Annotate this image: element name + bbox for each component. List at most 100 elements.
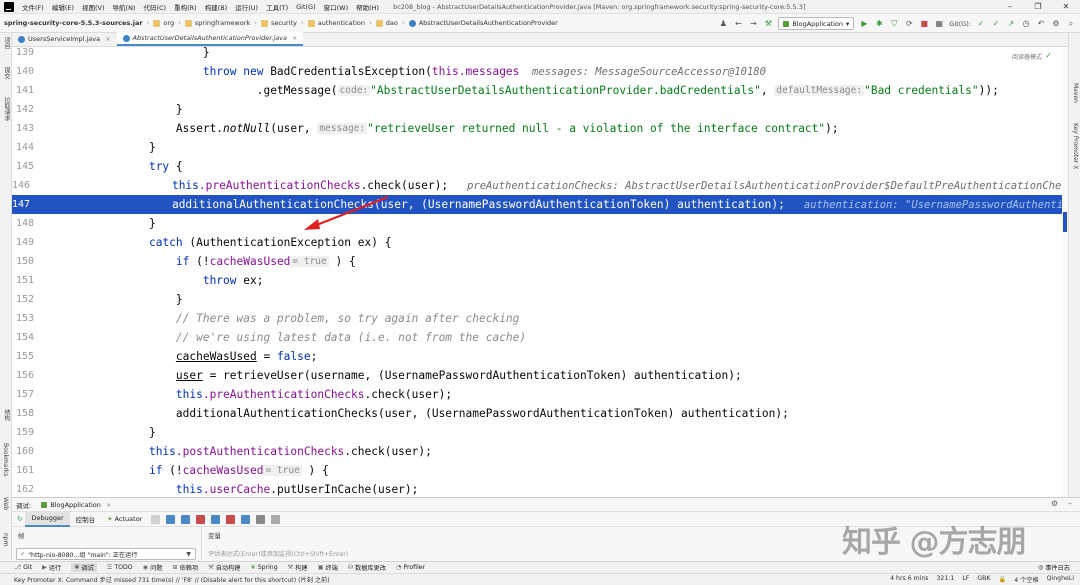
layout-settings-icon[interactable]	[271, 514, 281, 524]
show-execution-point-icon[interactable]	[151, 514, 161, 524]
layout-icon[interactable]: ▦	[934, 19, 944, 28]
menu-refactor[interactable]: 重构(R)	[170, 2, 201, 12]
settings-gear-icon[interactable]: ⚙	[1051, 19, 1061, 28]
tool-npm[interactable]: npm	[2, 533, 9, 546]
tool-build[interactable]: ⚒ 构建	[288, 563, 308, 572]
user-icon[interactable]: ♟	[718, 19, 728, 28]
menu-file[interactable]: 文件(F)	[18, 2, 48, 12]
tab-debugger[interactable]: Debugger	[25, 511, 70, 527]
coverage-icon[interactable]: ⛉	[889, 19, 899, 29]
status-indent[interactable]: 4 个空格	[1014, 575, 1038, 584]
status-lock-icon[interactable]: 🔒	[998, 575, 1006, 584]
status-git-user[interactable]: QingheLi	[1047, 575, 1074, 584]
menu-tools[interactable]: 工具(T)	[262, 2, 292, 12]
menu-build[interactable]: 构建(B)	[201, 2, 232, 12]
menu-view[interactable]: 视图(V)	[78, 2, 109, 12]
menu-window[interactable]: 窗口(W)	[320, 2, 353, 12]
settings-gear-icon[interactable]: ⚙	[1051, 499, 1058, 508]
evaluate-icon[interactable]	[256, 514, 266, 524]
debug-session-tab[interactable]: BlogApplication ×	[41, 501, 111, 509]
tool-key-promoter[interactable]: Key Promoter X	[1072, 123, 1079, 169]
tool-commit[interactable]: 提交	[2, 67, 11, 79]
tool-database-changes[interactable]: ⛁ 数据库更改	[348, 563, 386, 572]
restore-icon[interactable]: ❐	[1024, 2, 1052, 11]
status-message[interactable]: Key Promoter X: Command 步过 missed 731 ti…	[14, 575, 330, 584]
debug-icon[interactable]: ✱	[874, 19, 884, 28]
forward-icon[interactable]: →	[748, 19, 758, 28]
step-over-icon[interactable]	[166, 514, 176, 524]
git-push-icon[interactable]: ↗	[1006, 19, 1016, 28]
status-position[interactable]: 321:1	[937, 575, 955, 584]
menu-navigate[interactable]: 导航(N)	[109, 2, 140, 12]
status-line-separator[interactable]: LF	[962, 575, 969, 584]
tab-abstractuserdetails[interactable]: AbstractUserDetailsAuthenticationProvide…	[116, 32, 304, 46]
search-icon[interactable]: ⌕	[1066, 19, 1076, 29]
tool-project[interactable]: 项目	[2, 37, 11, 49]
menu-git[interactable]: Git(G)	[292, 3, 320, 11]
tool-terminal[interactable]: ▣ 终端	[318, 563, 338, 572]
menu-code[interactable]: 代码(C)	[139, 2, 170, 12]
breadcrumb-org[interactable]: org	[163, 19, 174, 27]
tool-profiler[interactable]: ◔ Profiler	[396, 564, 425, 571]
run-configuration-select[interactable]: BlogApplication ▾	[778, 17, 855, 30]
back-icon[interactable]: ←	[733, 19, 743, 28]
tool-auto-build[interactable]: ⚒ 自动构建	[208, 563, 240, 572]
breadcrumb-jar[interactable]: spring-security-core-5.5.3-sources.jar	[4, 19, 143, 27]
event-log-button[interactable]: ◍ 事件日志	[1038, 563, 1070, 572]
editor-scrollbar[interactable]	[1062, 47, 1068, 497]
class-icon	[122, 34, 130, 42]
tool-maven[interactable]: Maven	[1072, 83, 1079, 103]
git-update-icon[interactable]: ✓	[976, 19, 986, 28]
tab-console[interactable]: 控制台	[70, 512, 102, 527]
thread-selector[interactable]: ✓ "http-nio-8080...组 "main": 正在运行 ▼	[16, 548, 196, 560]
build-hammer-icon[interactable]: ⚒	[763, 19, 773, 28]
menu-run[interactable]: 运行(U)	[231, 2, 262, 12]
step-into-icon[interactable]	[181, 514, 191, 524]
status-encoding[interactable]: GBK	[977, 575, 990, 584]
menu-help[interactable]: 帮助(H)	[352, 2, 383, 12]
menu-edit[interactable]: 编辑(E)	[48, 2, 78, 12]
tool-web[interactable]: Web	[2, 497, 9, 510]
breadcrumb-authentication[interactable]: authentication	[318, 19, 365, 27]
close-tab-icon[interactable]: ×	[105, 35, 110, 43]
tool-dependencies[interactable]: ⊞ 依赖项	[172, 563, 198, 572]
breadcrumb-dao[interactable]: dao	[386, 19, 398, 27]
code-line: 158 additionalAuthenticationChecks(user,…	[15, 407, 789, 420]
run-to-cursor-icon[interactable]	[241, 514, 251, 524]
tool-run[interactable]: ▶ 运行	[42, 563, 61, 572]
editor-tabs: UsersServiceImpl.java × AbstractUserDeta…	[12, 32, 1068, 47]
close-window-icon[interactable]: ✕	[1052, 2, 1080, 11]
profile-icon[interactable]: ⟳	[904, 19, 914, 28]
tab-actuator[interactable]: ✦ Actuator	[101, 512, 148, 527]
breadcrumb-springframework[interactable]: springframework	[195, 19, 250, 27]
close-session-icon[interactable]: ×	[106, 501, 111, 509]
drop-frame-icon[interactable]	[226, 514, 236, 524]
git-commit-icon[interactable]: ✓	[991, 19, 1001, 28]
code-editor[interactable]: 阅读器模式 ✓ 139 } 140 throw new BadCredentia…	[12, 47, 1068, 497]
code-line: 139 }	[15, 47, 210, 59]
filter-icon[interactable]: ▼	[186, 551, 191, 558]
tool-todo[interactable]: ☰ TODO	[107, 564, 133, 571]
tool-structure[interactable]: 结构	[2, 409, 11, 421]
history-icon[interactable]: ◷	[1021, 19, 1031, 28]
tool-pull-requests[interactable]: 拉取请求	[2, 97, 11, 121]
tool-git[interactable]: ⎇ Git	[14, 564, 32, 571]
minimize-icon[interactable]: –	[996, 2, 1024, 11]
tab-usersserviceimpl[interactable]: UsersServiceImpl.java ×	[12, 32, 117, 46]
breadcrumb-class[interactable]: AbstractUserDetailsAuthenticationProvide…	[419, 19, 558, 27]
evaluate-expression-input[interactable]: 评估表达式(Enter)或添加监视(Ctrl+Shift+Enter)	[208, 547, 868, 559]
breadcrumb-security[interactable]: security	[271, 19, 297, 27]
stop-icon[interactable]: ■	[919, 19, 929, 28]
rollback-icon[interactable]: ↶	[1036, 19, 1046, 28]
hide-panel-icon[interactable]: –	[1068, 499, 1072, 508]
tool-problems[interactable]: ◉ 问题	[143, 563, 163, 572]
step-out-icon[interactable]	[211, 514, 221, 524]
close-tab-icon[interactable]: ×	[292, 34, 297, 42]
tool-bookmarks[interactable]: Bookmarks	[2, 443, 9, 477]
run-icon[interactable]: ▶	[859, 19, 869, 28]
code-line: 148 }	[15, 217, 156, 230]
tool-spring[interactable]: ❦ Spring	[251, 564, 278, 571]
force-step-into-icon[interactable]	[196, 514, 206, 524]
tool-debug[interactable]: ✱ 调试	[71, 563, 97, 572]
rerun-icon[interactable]: ↻	[14, 515, 25, 523]
